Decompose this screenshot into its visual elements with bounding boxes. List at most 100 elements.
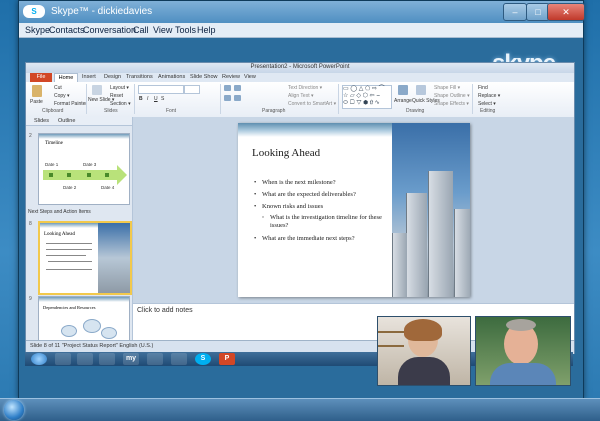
menu-tools[interactable]: Tools — [175, 25, 196, 35]
new-slide-icon[interactable] — [92, 85, 102, 95]
slide-thumbnail-2[interactable]: Timeline Date 1 Date 3 Date 2 Date 4 — [38, 133, 130, 205]
replace-button[interactable]: Replace ▾ — [478, 93, 500, 99]
slide-thumbnail-9[interactable]: Dependencies and Resources — [38, 296, 130, 342]
italic-button[interactable]: I — [147, 96, 148, 102]
slide-building-photo[interactable] — [392, 123, 470, 297]
minimize-button[interactable]: – — [503, 3, 527, 21]
timeline-date: Date 1 — [45, 162, 59, 167]
slides-pane: Slides Outline 2 Timeline Date 1 Date 3 … — [26, 117, 133, 342]
media-player-icon[interactable] — [99, 353, 115, 365]
window-icon[interactable] — [171, 353, 187, 365]
font-size-box[interactable] — [184, 85, 200, 94]
powerpoint-icon[interactable]: P — [219, 353, 235, 365]
diagram-bubble — [61, 325, 77, 337]
windows-icon[interactable] — [147, 353, 163, 365]
layout-button[interactable]: Layout ▾ — [110, 85, 129, 91]
menu-conversation[interactable]: Conversation — [83, 25, 136, 35]
windows-start-icon[interactable] — [4, 400, 24, 420]
bold-button[interactable]: B — [139, 96, 143, 102]
menu-help[interactable]: Help — [197, 25, 216, 35]
close-button[interactable]: ✕ — [547, 3, 585, 21]
ppt-window-title: Presentation2 - Microsoft PowerPoint — [250, 64, 350, 70]
section-button[interactable]: Section ▾ — [110, 101, 131, 107]
shape-effects-button[interactable]: Shape Effects ▾ — [434, 101, 469, 107]
person-body — [490, 363, 556, 385]
text-direction-button[interactable]: Text Direction ▾ — [288, 85, 322, 91]
shape-outline-button[interactable]: Shape Outline ▾ — [434, 93, 470, 99]
desktop-taskbar — [0, 398, 600, 421]
tab-file[interactable]: File — [30, 73, 52, 82]
person-hair — [506, 319, 536, 331]
tab-outline[interactable]: Outline — [58, 118, 75, 124]
diagram-bubble — [83, 319, 101, 333]
numbering-icon[interactable] — [234, 85, 241, 91]
arrange-button[interactable]: Arrange — [394, 98, 412, 104]
arrange-icon[interactable] — [398, 85, 408, 95]
person-body — [398, 357, 450, 385]
remote-video-panel[interactable] — [475, 316, 571, 386]
thumb-photo — [98, 223, 130, 293]
self-video-panel[interactable] — [377, 316, 471, 386]
reset-button[interactable]: Reset — [110, 93, 123, 99]
shapes-gallery[interactable]: ▭ ◯ △ ⬠ ⇨ ⌒ ☆ ▱ ◇ ⬡ ⇦ ⌣ ⬭ ▢ ▽ ⬢ ⇧ ∿ — [342, 85, 392, 109]
slide-title[interactable]: Looking Ahead — [252, 147, 320, 159]
tab-insert[interactable]: Insert — [82, 74, 96, 80]
convert-smartart-button[interactable]: Convert to SmartArt ▾ — [288, 101, 336, 107]
skype-title-bar[interactable]: S Skype™ - dickiedavies – □ ✕ — [19, 1, 585, 23]
ribbon-separator — [338, 84, 339, 114]
building-shape — [392, 233, 407, 297]
timeline-date: Date 2 — [63, 185, 77, 190]
ribbon-tab-bar: File Home Insert Design Transitions Anim… — [26, 73, 574, 83]
thumb-wave — [39, 134, 129, 139]
ribbon-separator — [472, 84, 473, 114]
tab-animations[interactable]: Animations — [158, 74, 185, 80]
tab-transitions[interactable]: Transitions — [126, 74, 153, 80]
ribbon-separator — [220, 84, 221, 114]
timeline-date: Date 3 — [83, 162, 97, 167]
slide-bullet: What are the expected deliverables? — [254, 191, 382, 199]
copy-button[interactable]: Copy ▾ — [54, 93, 70, 99]
tab-design[interactable]: Design — [104, 74, 121, 80]
slide-number: 2 — [29, 133, 32, 139]
font-name-box[interactable] — [138, 85, 184, 94]
align-text-button[interactable]: Align Text ▾ — [288, 93, 314, 99]
format-painter-button[interactable]: Format Painter — [54, 101, 87, 107]
slide-thumbnail-8[interactable]: Looking Ahead — [38, 221, 132, 295]
powerpoint-window: Presentation2 - Microsoft PowerPoint Fil… — [25, 62, 575, 354]
align-left-icon[interactable] — [224, 95, 231, 101]
drawing-group-label: Drawing — [406, 108, 425, 114]
tab-review[interactable]: Review — [222, 74, 240, 80]
ie-icon[interactable] — [55, 353, 71, 365]
menu-contacts[interactable]: Contacts — [49, 25, 85, 35]
cut-button[interactable]: Cut — [54, 85, 62, 91]
tab-slides[interactable]: Slides — [34, 118, 49, 124]
notes-placeholder[interactable]: Click to add notes — [137, 307, 193, 314]
timeline-date: Date 4 — [101, 185, 115, 190]
tab-view[interactable]: View — [244, 74, 256, 80]
paste-icon[interactable] — [32, 85, 42, 97]
editing-group-label: Editing — [480, 108, 496, 114]
bullets-icon[interactable] — [224, 85, 231, 91]
menu-call[interactable]: Call — [133, 25, 149, 35]
explorer-icon[interactable] — [77, 353, 93, 365]
paragraph-group-label: Paragraph — [262, 108, 286, 114]
underline-button[interactable]: U — [154, 96, 158, 102]
timeline-marker — [67, 173, 71, 177]
tab-slide-show[interactable]: Slide Show — [190, 74, 218, 80]
select-button[interactable]: Select ▾ — [478, 101, 496, 107]
skype-icon[interactable]: S — [195, 353, 211, 365]
menu-skype[interactable]: Skype — [25, 25, 50, 35]
find-button[interactable]: Find — [478, 85, 488, 91]
strikethrough-button[interactable]: S — [161, 96, 164, 102]
current-slide[interactable]: Looking Ahead When is the next milestone… — [238, 123, 470, 297]
paste-button[interactable]: Paste — [30, 99, 43, 105]
slide-bullet: Known risks and issues — [254, 203, 382, 211]
shape-fill-button[interactable]: Shape Fill ▾ — [434, 85, 460, 91]
quick-styles-icon[interactable] — [416, 85, 426, 95]
menu-view[interactable]: View — [153, 25, 172, 35]
section-header[interactable]: Next Steps and Action Items — [28, 209, 91, 215]
my-app-icon[interactable]: my — [123, 353, 139, 365]
diagram-bubble — [101, 327, 117, 339]
start-orb-icon[interactable] — [31, 353, 47, 365]
align-center-icon[interactable] — [234, 95, 241, 101]
